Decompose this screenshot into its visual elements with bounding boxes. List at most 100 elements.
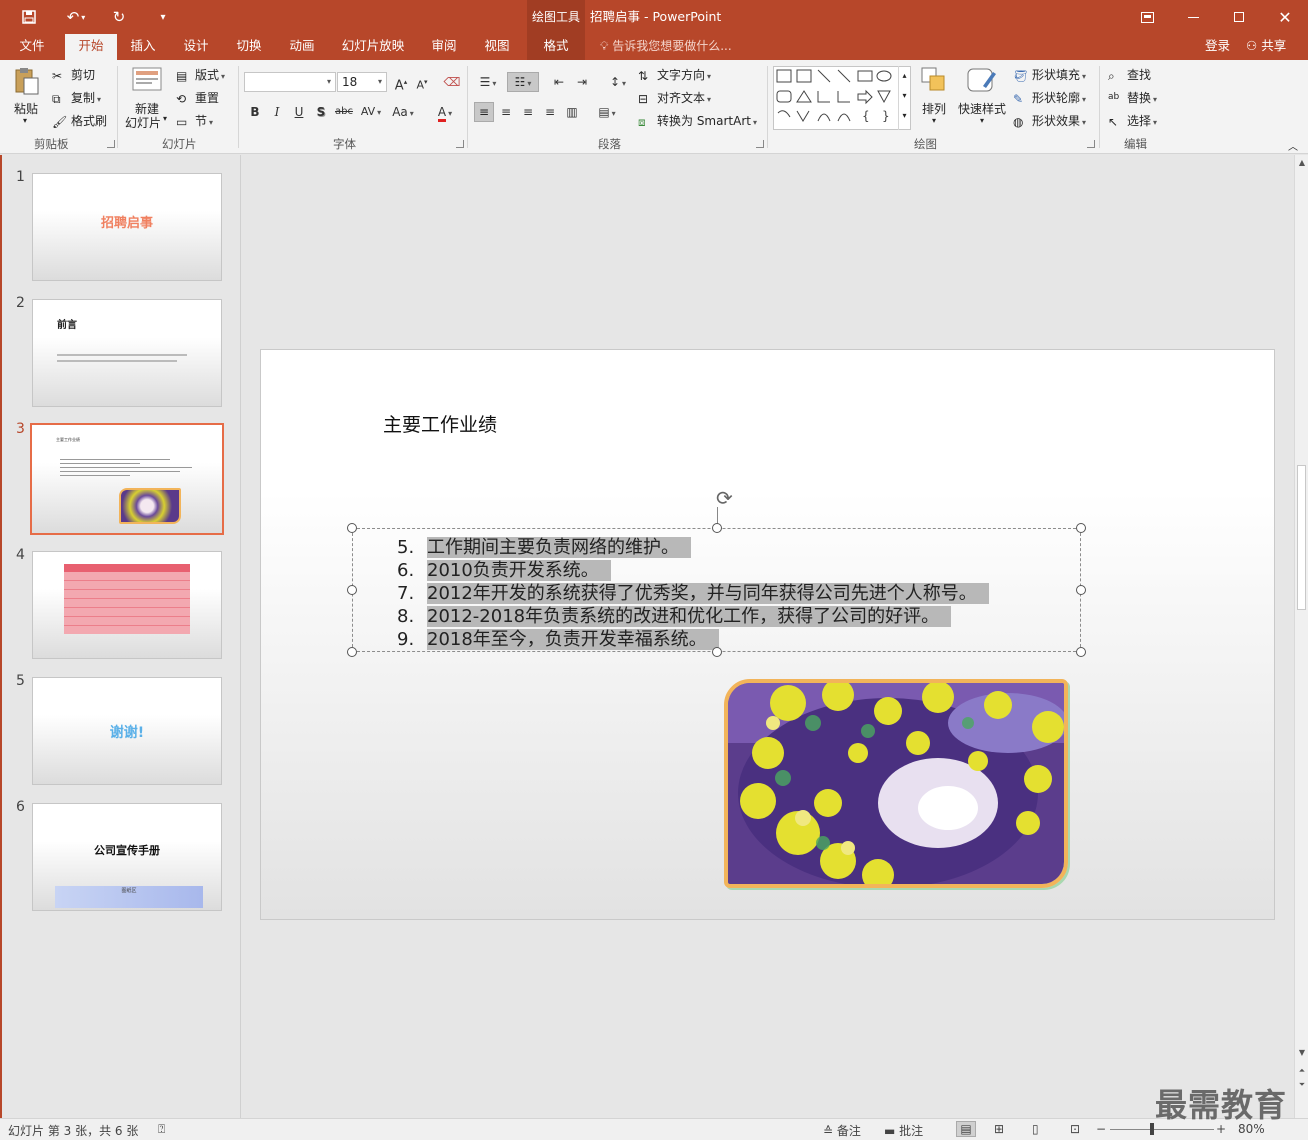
grow-font-button[interactable]: A▴: [392, 72, 410, 93]
justify-button[interactable]: ≡: [540, 102, 560, 122]
bold-button[interactable]: B: [246, 102, 264, 122]
layout-button[interactable]: ▤ 版式 ▾: [176, 66, 225, 83]
cut-button[interactable]: ✂ 剪切: [52, 66, 95, 83]
tab-format[interactable]: 格式: [527, 34, 585, 60]
scrollbar-thumb[interactable]: [1297, 465, 1306, 610]
minimize-icon[interactable]: [1170, 0, 1216, 34]
resize-handle-top-right[interactable]: [1076, 523, 1086, 533]
clipboard-launcher-icon[interactable]: [107, 140, 115, 148]
share-button[interactable]: ⚇ 共享: [1246, 34, 1286, 58]
resize-handle-top-left[interactable]: [347, 523, 357, 533]
tab-transitions[interactable]: 切换: [226, 34, 272, 60]
change-case-button[interactable]: Aa ▾: [388, 102, 418, 122]
distributed-button[interactable]: ▥: [562, 102, 582, 122]
paragraph-launcher-icon[interactable]: [756, 140, 764, 148]
select-button[interactable]: ↖ 选择 ▾: [1108, 112, 1157, 129]
columns-button[interactable]: ▤ ▾: [592, 102, 622, 122]
thumbnail-slide-4[interactable]: [32, 551, 222, 659]
sign-in-link[interactable]: 登录: [1205, 34, 1230, 58]
scroll-up-icon[interactable]: ▲: [1296, 157, 1308, 169]
rotate-handle-icon[interactable]: ⟳: [716, 486, 733, 510]
tab-file[interactable]: 文件: [8, 34, 56, 60]
increase-indent-button[interactable]: ⇥: [572, 72, 592, 92]
find-button[interactable]: ⌕ 查找: [1108, 66, 1151, 83]
arrange-button[interactable]: 排列 ▾: [920, 66, 952, 132]
shrink-font-button[interactable]: A▾: [413, 72, 431, 92]
line-spacing-button[interactable]: ↕ ▾: [604, 72, 632, 92]
format-painter-button[interactable]: 🖌︎ 格式刷: [52, 112, 107, 129]
scroll-down-icon[interactable]: ▼: [1296, 1047, 1308, 1059]
align-center-button[interactable]: ≡: [496, 102, 516, 122]
quick-styles-button[interactable]: 快速样式 ▾: [956, 66, 1008, 132]
replace-button[interactable]: ab 替换 ▾: [1108, 89, 1157, 106]
underline-button[interactable]: U: [290, 102, 308, 122]
align-left-button[interactable]: ≡: [474, 102, 494, 122]
thumbnail-slide-6[interactable]: 公司宣传手册 图纸区: [32, 803, 222, 911]
resize-handle-right[interactable]: [1076, 585, 1086, 595]
shape-outline-button[interactable]: ✎ 形状轮廓 ▾: [1013, 89, 1086, 106]
tab-design[interactable]: 设计: [173, 34, 219, 60]
shapes-gallery-scroll[interactable]: ▴ ▾ ▾: [898, 66, 910, 130]
slideshow-view-icon[interactable]: ⊡: [1070, 1122, 1080, 1136]
ribbon-display-options-icon[interactable]: [1124, 0, 1170, 34]
zoom-out-icon[interactable]: −: [1096, 1122, 1106, 1136]
text-direction-button[interactable]: ⇅ 文字方向 ▾: [638, 66, 711, 83]
thumbnail-slide-5[interactable]: 谢谢!: [32, 677, 222, 785]
save-icon[interactable]: [16, 6, 42, 28]
resize-handle-bottom-right[interactable]: [1076, 647, 1086, 657]
align-right-button[interactable]: ≡: [518, 102, 538, 122]
slide-title[interactable]: 主要工作业绩: [383, 410, 497, 437]
copy-button[interactable]: ⧉ 复制 ▾: [52, 89, 101, 106]
tab-slideshow[interactable]: 幻灯片放映: [333, 34, 413, 60]
zoom-slider-track[interactable]: [1110, 1129, 1214, 1130]
italic-button[interactable]: I: [268, 102, 286, 122]
notes-button[interactable]: ≙ 备注: [823, 1122, 861, 1139]
slide-sorter-icon[interactable]: ⊞: [994, 1122, 1004, 1136]
character-spacing-button[interactable]: AV ▾: [357, 102, 385, 122]
list-item[interactable]: 7. 2012年开发的系统获得了优秀奖，并与同年获得公司先进个人称号。: [397, 579, 989, 604]
thumbnail-slide-1[interactable]: 招聘启事: [32, 173, 222, 281]
zoom-slider-handle[interactable]: [1150, 1123, 1154, 1135]
resize-handle-left[interactable]: [347, 585, 357, 595]
undo-icon[interactable]: ↶ ▾: [58, 6, 94, 28]
shadow-button[interactable]: S: [312, 102, 330, 122]
tab-home[interactable]: 开始: [65, 34, 117, 60]
paste-button[interactable]: 粘贴 ▾: [13, 66, 43, 128]
slide-picture[interactable]: [724, 679, 1068, 888]
comments-button[interactable]: ▬ 批注: [884, 1122, 923, 1139]
tab-insert[interactable]: 插入: [120, 34, 166, 60]
previous-slide-icon[interactable]: ⏶: [1296, 1065, 1308, 1077]
new-slide-button[interactable]: 新建 幻灯片 ▾: [125, 66, 171, 132]
redo-icon[interactable]: ↻: [106, 6, 132, 28]
align-text-button[interactable]: ⊟ 对齐文本 ▾: [638, 89, 711, 106]
section-button[interactable]: ▭ 节 ▾: [176, 112, 213, 129]
maximize-icon[interactable]: [1216, 0, 1262, 34]
thumbnail-slide-3[interactable]: 主要工作业绩: [30, 423, 224, 535]
clear-formatting-icon[interactable]: ⌫: [442, 72, 462, 92]
resize-handle-bottom-left[interactable]: [347, 647, 357, 657]
shape-fill-button[interactable]: 🪣︎ 形状填充 ▾: [1013, 66, 1086, 83]
selected-text-box[interactable]: 5. 工作期间主要负责网络的维护。 6. 2010负责开发系统。 7. 2012年开发…: [347, 523, 1086, 657]
shape-effects-button[interactable]: ◍ 形状效果 ▾: [1013, 112, 1086, 129]
normal-view-icon[interactable]: ▤: [956, 1121, 976, 1137]
font-color-button[interactable]: A ▾: [430, 102, 460, 122]
font-name-combo[interactable]: ▾: [244, 72, 336, 92]
decrease-indent-button[interactable]: ⇤: [549, 72, 569, 92]
numbering-button[interactable]: ☷ ▾: [507, 72, 539, 92]
reading-view-icon[interactable]: ▯: [1032, 1122, 1039, 1136]
list-item[interactable]: 9. 2018年至今，负责开发幸福系统。: [397, 625, 719, 650]
convert-smartart-button[interactable]: ⧈ 转换为 SmartArt ▾: [638, 112, 757, 129]
resize-handle-bottom[interactable]: [712, 647, 722, 657]
thumbnail-slide-2[interactable]: 前言: [32, 299, 222, 407]
accessibility-icon[interactable]: ⍰: [158, 1122, 165, 1137]
bullets-button[interactable]: ☰ ▾: [474, 72, 502, 92]
strikethrough-button[interactable]: abc: [333, 102, 355, 122]
resize-handle-top[interactable]: [712, 523, 722, 533]
tab-view[interactable]: 视图: [474, 34, 520, 60]
reset-button[interactable]: ⟲ 重置: [176, 89, 219, 106]
vertical-scrollbar[interactable]: ▲ ▼ ⏶ ⏷: [1294, 155, 1308, 1118]
drawing-launcher-icon[interactable]: [1087, 140, 1095, 148]
tell-me-search[interactable]: 💡︎ 告诉我您想要做什么...: [600, 34, 732, 58]
close-icon[interactable]: ✕: [1262, 0, 1308, 34]
tab-animations[interactable]: 动画: [279, 34, 325, 60]
